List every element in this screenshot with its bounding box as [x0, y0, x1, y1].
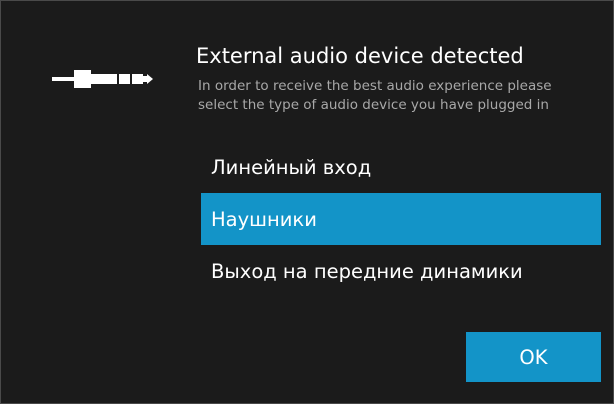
description-line: In order to receive the best audio exper… — [198, 78, 552, 94]
device-type-options: Линейный вход Наушники Выход на передние… — [201, 141, 601, 297]
ok-button[interactable]: OK — [466, 332, 601, 382]
dialog-description: In order to receive the best audio exper… — [198, 77, 598, 115]
description-line: select the type of audio device you have… — [198, 97, 549, 113]
option-front-speakers[interactable]: Выход на передние динамики — [201, 245, 601, 297]
dialog-title: External audio device detected — [196, 44, 524, 68]
audio-device-dialog: External audio device detected In order … — [0, 0, 614, 404]
option-headphones[interactable]: Наушники — [201, 193, 601, 245]
option-line-in[interactable]: Линейный вход — [201, 141, 601, 193]
audio-jack-plug-icon — [52, 70, 153, 88]
